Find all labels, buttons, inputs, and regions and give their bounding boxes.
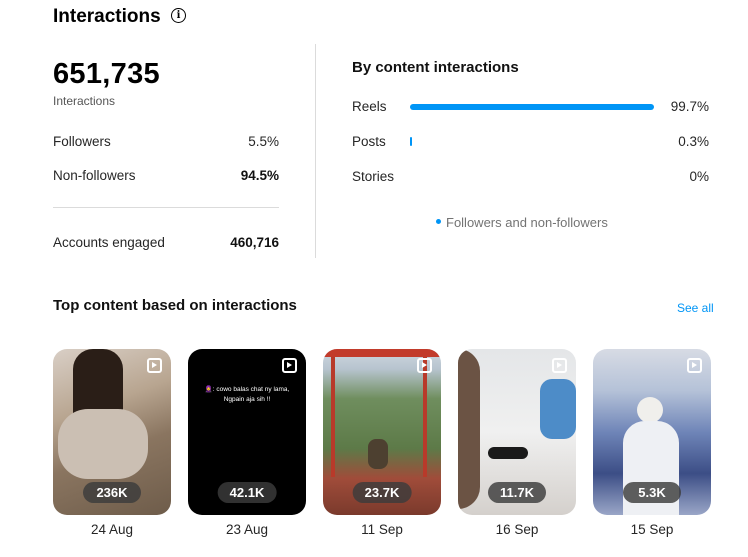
- thumbnail-image: [323, 349, 441, 357]
- content-bar: [410, 104, 655, 110]
- content-row-stories: Stories 0%: [352, 169, 709, 184]
- reel-icon: [417, 358, 432, 373]
- content-percent: 99.7%: [670, 99, 709, 114]
- accounts-engaged-label: Accounts engaged: [53, 235, 165, 250]
- legend: Followers and non-followers: [436, 215, 608, 230]
- thumbnail-image: [331, 357, 335, 477]
- content-date: 11 Sep: [361, 522, 403, 537]
- info-icon[interactable]: i: [171, 8, 186, 23]
- content-row-reels: Reels 99.7%: [352, 99, 709, 114]
- reel-icon: [552, 358, 567, 373]
- non-followers-value: 94.5%: [240, 168, 279, 183]
- content-thumbnail[interactable]: 236K: [53, 349, 171, 515]
- by-content-title: By content interactions: [352, 59, 519, 76]
- reel-icon: [147, 358, 162, 373]
- content-label: Stories: [352, 169, 395, 184]
- divider: [53, 207, 279, 208]
- thumbnail-image: [58, 409, 148, 479]
- legend-label: Followers and non-followers: [446, 215, 608, 230]
- content-thumbnail[interactable]: 23.7K: [323, 349, 441, 515]
- followers-value: 5.5%: [248, 134, 279, 149]
- content-date: 15 Sep: [630, 522, 674, 537]
- content-date: 23 Aug: [225, 522, 269, 537]
- content-date: 24 Aug: [90, 522, 134, 537]
- see-all-link[interactable]: See all: [677, 301, 714, 315]
- thumbnail-image: [637, 397, 663, 423]
- content-percent: 0.3%: [678, 134, 709, 149]
- interaction-count-badge: 11.7K: [488, 482, 546, 503]
- followers-label: Followers: [53, 134, 111, 149]
- non-followers-label: Non-followers: [53, 168, 136, 183]
- content-label: Posts: [352, 134, 386, 149]
- followers-row: Followers 5.5%: [53, 134, 279, 149]
- non-followers-row: Non-followers 94.5%: [53, 168, 279, 183]
- interaction-count-badge: 5.3K: [623, 482, 681, 503]
- content-thumbnail[interactable]: 5.3K: [593, 349, 711, 515]
- content-thumbnail[interactable]: 🧕: cowo balas chat ny lama, Ngpain aja s…: [188, 349, 306, 515]
- interaction-count-badge: 236K: [83, 482, 141, 503]
- total-interactions-label: Interactions: [53, 94, 116, 108]
- legend-dot-icon: [436, 219, 441, 225]
- vertical-divider: [315, 44, 316, 258]
- content-thumbnail[interactable]: 11.7K: [458, 349, 576, 515]
- reel-icon: [282, 358, 297, 373]
- interaction-count-badge: 42.1K: [217, 482, 277, 503]
- thumbnail-image: [488, 447, 528, 459]
- page-title: Interactions: [53, 6, 161, 27]
- accounts-engaged-value: 460,716: [230, 235, 279, 250]
- content-row-posts: Posts 0.3%: [352, 134, 709, 149]
- thumbnail-image: [368, 439, 388, 469]
- top-content-title: Top content based on interactions: [53, 297, 297, 314]
- interaction-count-badge: 23.7K: [352, 482, 412, 503]
- content-bar: [410, 137, 412, 146]
- accounts-engaged-row: Accounts engaged 460,716: [53, 235, 279, 250]
- thumbnail-image: [540, 379, 576, 439]
- content-label: Reels: [352, 99, 387, 114]
- reel-icon: [687, 358, 702, 373]
- content-percent: 0%: [689, 169, 709, 184]
- thumbnail-caption: 🧕: cowo balas chat ny lama, Ngpain aja s…: [204, 386, 290, 403]
- content-date: 16 Sep: [495, 522, 539, 537]
- thumbnail-image: [423, 357, 427, 477]
- total-interactions: 651,735: [53, 58, 160, 90]
- thumbnail-image: [458, 349, 480, 509]
